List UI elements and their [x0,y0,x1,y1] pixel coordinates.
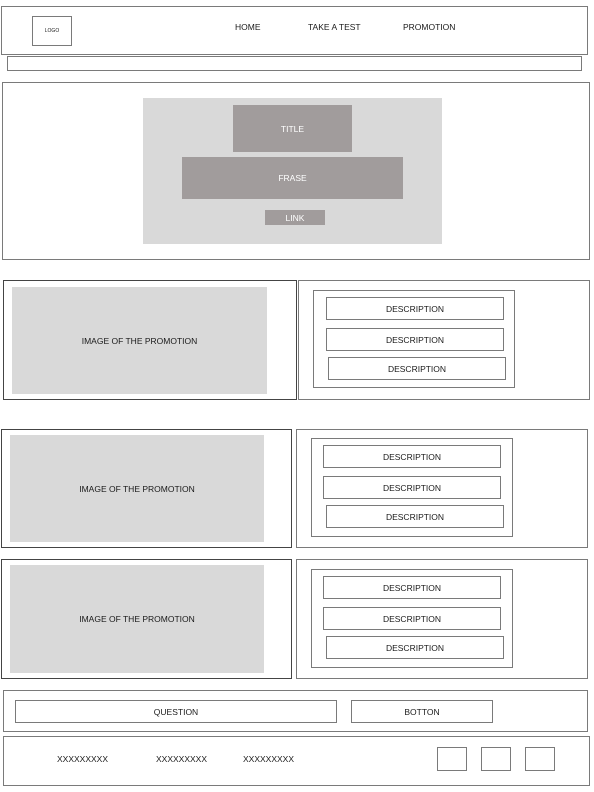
promotion-description-3a: DESCRIPTION [323,576,501,599]
promotion-description-1a: DESCRIPTION [326,297,504,320]
social-icon-1[interactable] [437,747,467,771]
footer-link-1[interactable]: XXXXXXXXX [57,754,108,764]
hero-link[interactable]: LINK [265,210,325,225]
footer-link-3[interactable]: XXXXXXXXX [243,754,294,764]
promotion-description-2a: DESCRIPTION [323,445,501,468]
header-bar [1,6,588,55]
promotion-description-1c: DESCRIPTION [328,357,506,380]
promotion-image-1[interactable]: IMAGE OF THE PROMOTION [12,287,267,394]
hero-phrase: FRASE [182,157,403,199]
promotion-image-2[interactable]: IMAGE OF THE PROMOTION [10,435,264,542]
submit-button[interactable]: BOTTON [351,700,493,723]
nav-promotion[interactable]: PROMOTION [403,22,455,32]
promotion-description-3c: DESCRIPTION [326,636,504,659]
logo[interactable]: LOGO [32,16,72,46]
promotion-description-1b: DESCRIPTION [326,328,504,351]
footer-link-2[interactable]: XXXXXXXXX [156,754,207,764]
promotion-description-2c: DESCRIPTION [326,505,504,528]
nav-home[interactable]: HOME [235,22,261,32]
promotion-description-2b: DESCRIPTION [323,476,501,499]
promotion-image-3[interactable]: IMAGE OF THE PROMOTION [10,565,264,673]
question-field[interactable]: QUESTION [15,700,337,723]
promotion-description-3b: DESCRIPTION [323,607,501,630]
hero-title: TITLE [233,105,352,152]
sub-header-bar [7,56,582,71]
nav-take-a-test[interactable]: TAKE A TEST [308,22,361,32]
social-icon-2[interactable] [481,747,511,771]
social-icon-3[interactable] [525,747,555,771]
